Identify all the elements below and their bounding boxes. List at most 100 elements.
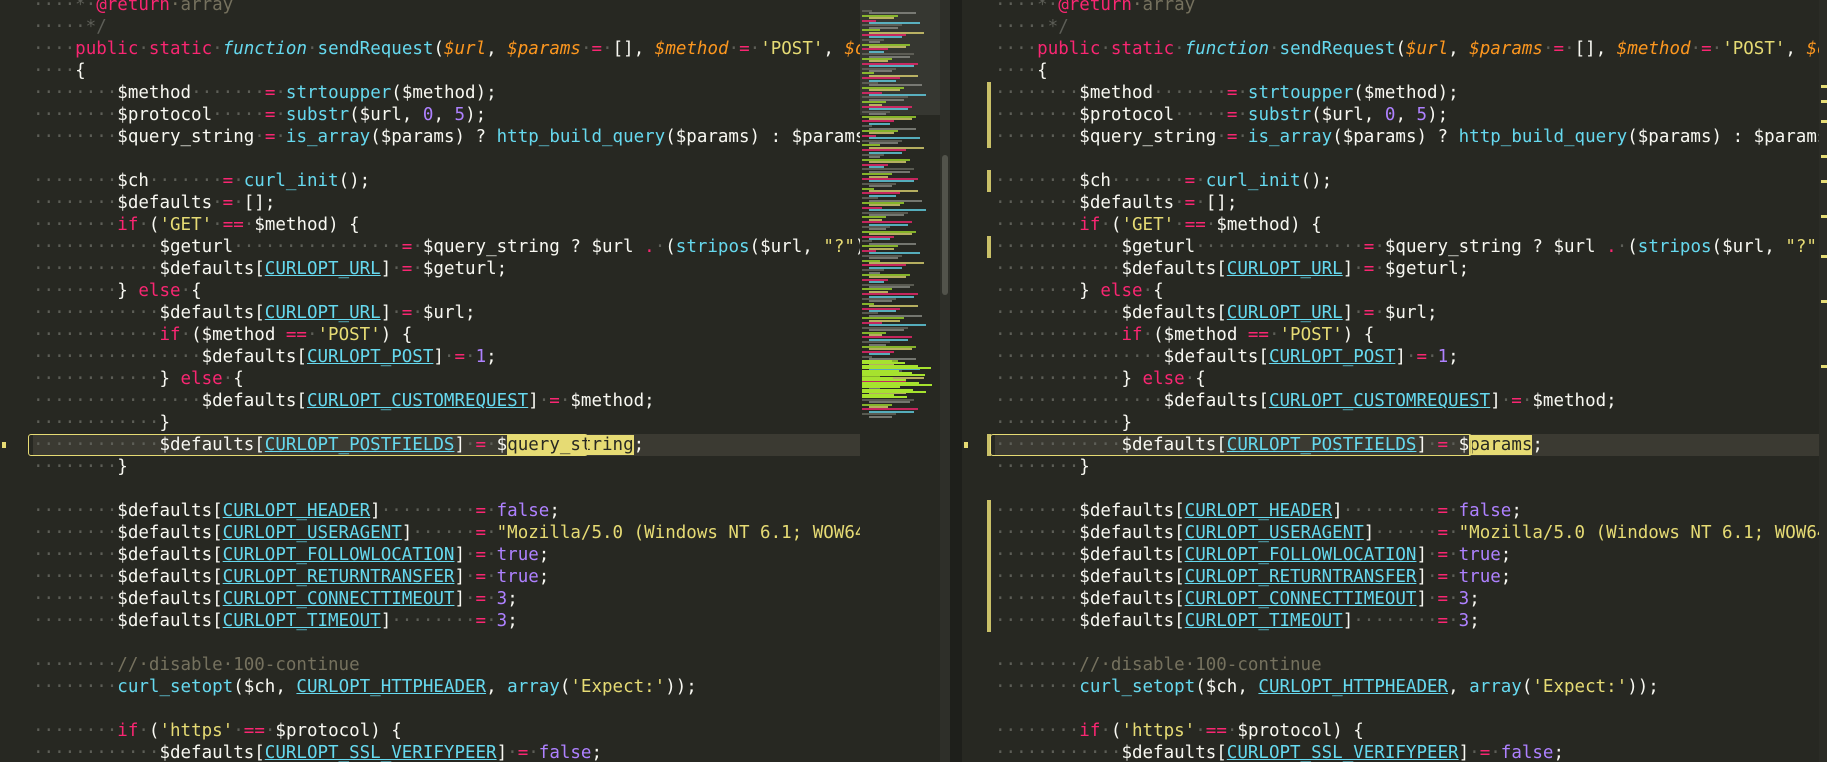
code-token: ······· (191, 83, 265, 103)
code-line[interactable]: ····*·@return·array (33, 0, 860, 16)
code-line[interactable]: ········$defaults[CURLOPT_HEADER]·······… (33, 500, 860, 522)
code-line[interactable] (33, 698, 860, 720)
code-line[interactable]: ········$ch·······=·curl_init(); (33, 170, 860, 192)
code-line[interactable] (33, 478, 860, 500)
code-token: (); (1300, 171, 1333, 191)
code-token: ] (380, 303, 392, 323)
minimap-line (869, 415, 892, 418)
code-line[interactable]: ········$defaults[CURLOPT_USERAGENT]····… (995, 522, 1827, 544)
code-line[interactable]: ········$defaults[CURLOPT_RETURNTRANSFER… (33, 566, 860, 588)
code-line[interactable]: ············$defaults[CURLOPT_SSL_VERIFY… (33, 742, 860, 762)
code-line[interactable]: ········//·disable·100-continue (33, 654, 860, 676)
code-line[interactable]: ············if·($method ==·'POST') { (995, 324, 1827, 346)
code-line[interactable]: ········$defaults[CURLOPT_RETURNTRANSFER… (995, 566, 1827, 588)
code-token: ; (538, 567, 550, 587)
code-line[interactable] (33, 148, 860, 170)
code-line[interactable]: ············$defaults[CURLOPT_URL]·=·$ur… (995, 302, 1827, 324)
code-line[interactable]: ·····*/ (33, 16, 860, 38)
code-line[interactable] (995, 632, 1827, 654)
editor-pane-left[interactable]: ····*·@return·array ·····*/····public·sta… (0, 0, 860, 762)
code-line[interactable]: ············$defaults[CURLOPT_URL]·=·$ge… (33, 258, 860, 280)
code-line[interactable]: ············} (33, 412, 860, 434)
minimap-line (862, 396, 907, 398)
code-line[interactable]: ·····*/ (995, 16, 1827, 38)
code-line[interactable]: ············$geturl················=·$qu… (33, 236, 860, 258)
code-line[interactable]: ········if·('https'·==·$protocol) { (995, 720, 1827, 742)
code-line[interactable]: ········if·('GET'·==·$method) { (33, 214, 860, 236)
code-line[interactable]: ········} (995, 456, 1827, 478)
code-token: = (1437, 545, 1449, 565)
code-line[interactable]: ········} else·{ (995, 280, 1827, 302)
minimap[interactable] (860, 0, 940, 762)
code-token: · (1521, 391, 1533, 411)
code-line[interactable] (995, 698, 1827, 720)
code-token: ; (1448, 347, 1459, 367)
code-token: = (1553, 39, 1565, 59)
code-line[interactable]: ········$protocol·····=·substr($url, 0, … (995, 104, 1827, 126)
code-line[interactable] (33, 632, 860, 654)
code-line[interactable]: ········curl_setopt($ch, CURLOPT_HTTPHEA… (33, 676, 860, 698)
code-line[interactable]: ············} else·{ (33, 368, 860, 390)
code-line[interactable]: ················$defaults[CURLOPT_CUSTOM… (995, 390, 1827, 412)
code-token: = (1479, 743, 1491, 762)
code-line[interactable]: ········$protocol·····=·substr($url, 0, … (33, 104, 860, 126)
code-line[interactable]: ········$defaults[CURLOPT_CONNECTTIMEOUT… (33, 588, 860, 610)
code-line[interactable] (995, 478, 1827, 500)
code-line[interactable]: ········//·disable·100-continue (995, 654, 1827, 676)
code-line[interactable]: ············$defaults[CURLOPT_POSTFIELDS… (33, 434, 860, 456)
code-line[interactable]: ····*·@return·array (995, 0, 1827, 16)
code-token: · (1142, 281, 1154, 301)
code-line[interactable]: ········$method·······=·strtoupper($meth… (33, 82, 860, 104)
code-line[interactable]: ············} (995, 412, 1827, 434)
code-line[interactable]: ········$query_string·=·is_array($params… (995, 126, 1827, 148)
scrollbar-diff-mark (1821, 85, 1827, 88)
code-line[interactable]: ················$defaults[CURLOPT_CUSTOM… (33, 390, 860, 412)
code-line[interactable]: ········} else·{ (33, 280, 860, 302)
code-line[interactable]: ········$defaults[CURLOPT_FOLLOWLOCATION… (995, 544, 1827, 566)
code-line[interactable]: ················$defaults[CURLOPT_POST]·… (995, 346, 1827, 368)
code-line[interactable]: ········$defaults[CURLOPT_TIMEOUT]······… (33, 610, 860, 632)
code-line[interactable]: ················$defaults[CURLOPT_POST]·… (33, 346, 860, 368)
code-line[interactable]: ············$defaults[CURLOPT_URL]·=·$ur… (33, 302, 860, 324)
code-token: ; (1469, 589, 1480, 609)
code-line[interactable]: ············$geturl················=·$qu… (995, 236, 1827, 258)
code-line[interactable]: ········$defaults[CURLOPT_USERAGENT]····… (33, 522, 860, 544)
code-line[interactable]: ····public·static·function·sendRequest($… (33, 38, 860, 60)
code-token: , (1448, 39, 1470, 59)
code-line[interactable]: ········$defaults·=·[]; (33, 192, 860, 214)
code-token: · (749, 39, 761, 59)
code-line[interactable]: ········$ch·······=·curl_init(); (995, 170, 1827, 192)
editor-pane-right[interactable]: ····*·@return·array ·····*/····public·sta… (962, 0, 1827, 762)
code-token: $defaults[ (1163, 347, 1269, 367)
code-line[interactable]: ············$defaults[CURLOPT_POSTFIELDS… (995, 434, 1827, 456)
code-line[interactable]: ········$defaults[CURLOPT_HEADER]·······… (995, 500, 1827, 522)
code-line[interactable]: ········if·('GET'·==·$method) { (995, 214, 1827, 236)
code-line[interactable]: ········$defaults[CURLOPT_TIMEOUT]······… (995, 610, 1827, 632)
code-line[interactable]: ········$query_string·=·is_array($params… (33, 126, 860, 148)
code-line[interactable]: ············$defaults[CURLOPT_URL]·=·$ge… (995, 258, 1827, 280)
pane-divider[interactable] (950, 0, 962, 762)
code-line[interactable]: ············if·($method ==·'POST') { (33, 324, 860, 346)
code-line[interactable]: ············} else·{ (995, 368, 1827, 390)
code-line[interactable]: ········} (33, 456, 860, 478)
code-line[interactable]: ········$defaults[CURLOPT_FOLLOWLOCATION… (33, 544, 860, 566)
code-line[interactable]: ········$defaults[CURLOPT_CONNECTTIMEOUT… (995, 588, 1827, 610)
code-token: ] (370, 501, 381, 521)
code-line[interactable]: ········if·('https'·==·$protocol) { (33, 720, 860, 742)
code-line[interactable]: ····{ (33, 60, 860, 82)
code-line[interactable]: ········$defaults·=·[]; (995, 192, 1827, 214)
code-line[interactable]: ····{ (995, 60, 1827, 82)
code-token: CURLOPT_SSL_VERIFYPEER (264, 743, 497, 762)
scrollbar-right[interactable] (1819, 0, 1827, 762)
code-token: · (1100, 39, 1111, 59)
code-line[interactable]: ········curl_setopt($ch, CURLOPT_HTTPHEA… (995, 676, 1827, 698)
code-line[interactable] (995, 148, 1827, 170)
scrollbar-left[interactable] (940, 0, 950, 762)
code-line[interactable]: ············$defaults[CURLOPT_SSL_VERIFY… (995, 742, 1827, 762)
code-token: · (1427, 545, 1438, 565)
code-token: else (138, 281, 181, 301)
code-token: ] (1490, 391, 1501, 411)
scroll-thumb-left[interactable] (942, 155, 948, 295)
code-line[interactable]: ····public·static·function·sendRequest($… (995, 38, 1827, 60)
code-line[interactable]: ········$method·······=·strtoupper($meth… (995, 82, 1827, 104)
